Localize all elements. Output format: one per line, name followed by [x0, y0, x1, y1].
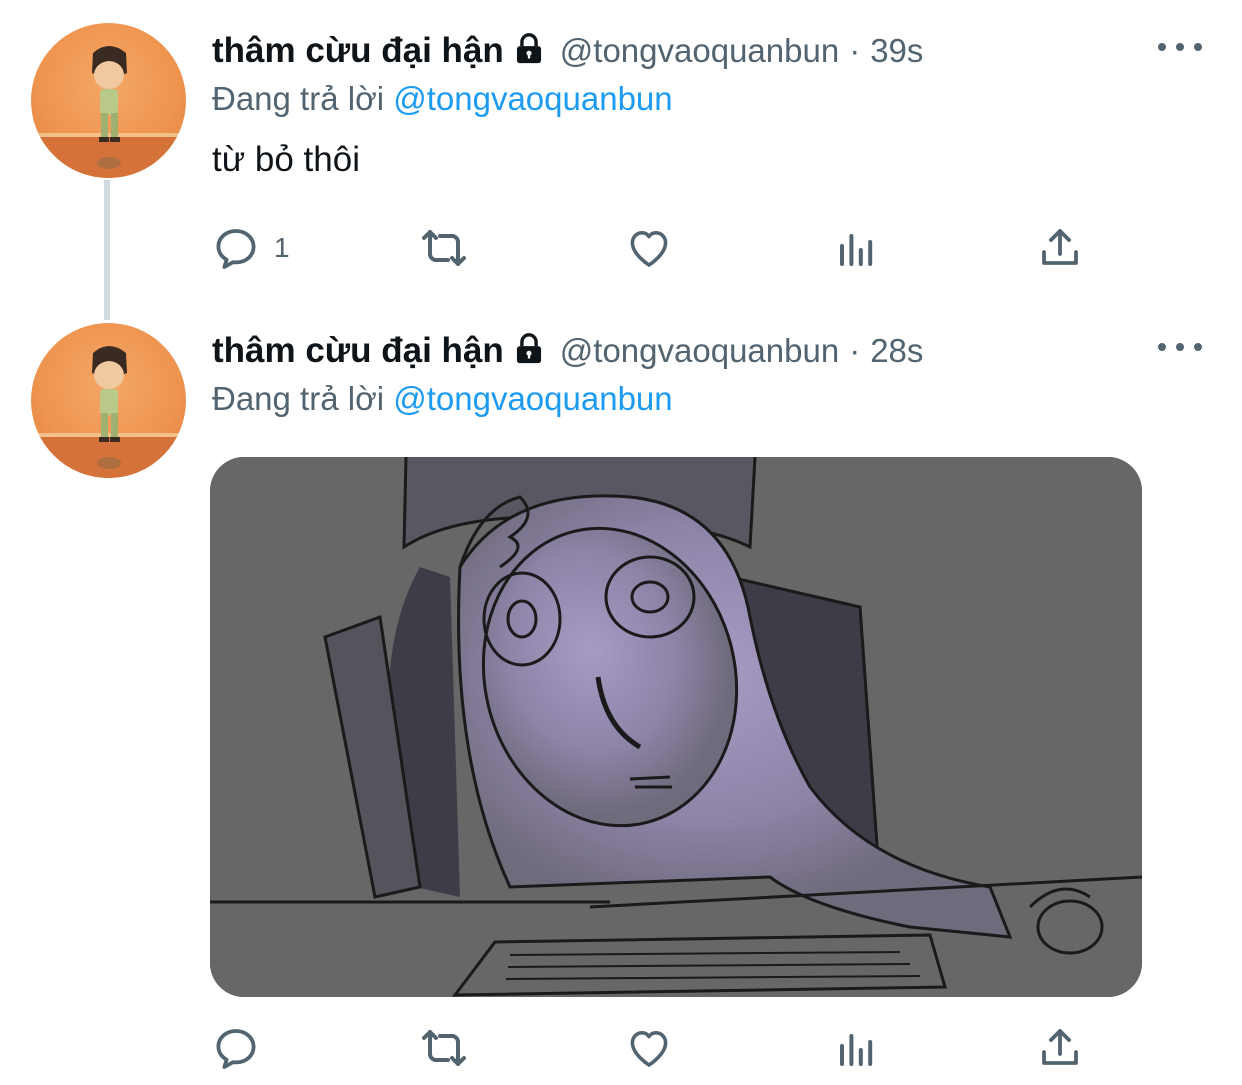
retweet-button[interactable] [416, 218, 472, 278]
display-name[interactable]: thâm cừu đại hận [212, 31, 504, 71]
separator: · [849, 32, 861, 69]
reply-count: 1 [274, 232, 290, 263]
share-icon [1042, 229, 1078, 265]
heart-icon [630, 231, 668, 267]
retweet-button[interactable] [416, 1018, 472, 1078]
tweet-1[interactable]: thâm cừu đại hận @tongvaoquanbun · 39s Đ… [0, 0, 1242, 320]
analytics-icon [840, 234, 873, 266]
reply-button[interactable]: 1 [212, 218, 290, 278]
tweet-header: thâm cừu đại hận @tongvaoquanbun · 28s [212, 328, 923, 374]
handle[interactable]: @tongvaoquanbun [560, 32, 839, 70]
display-name[interactable]: thâm cừu đại hận [212, 331, 504, 371]
replying-prefix: Đang trả lời [212, 80, 385, 117]
heart-icon [630, 1031, 668, 1067]
reply-button[interactable] [212, 1018, 260, 1078]
tweet-actions: 1 [212, 218, 1112, 278]
like-button[interactable] [624, 218, 674, 278]
lock-icon [512, 32, 546, 71]
replying-prefix: Đang trả lời [212, 380, 385, 417]
replying-to: Đang trả lời @tongvaoquanbun [212, 80, 673, 118]
reply-icon [216, 1029, 256, 1069]
like-button[interactable] [624, 1018, 674, 1078]
more-icon[interactable] [1158, 333, 1202, 361]
tweet-header: thâm cừu đại hận @tongvaoquanbun · 39s [212, 28, 923, 74]
retweet-icon [422, 230, 466, 266]
analytics-button[interactable] [832, 1018, 880, 1078]
analytics-button[interactable] [832, 218, 880, 278]
tweet-2[interactable]: thâm cừu đại hận @tongvaoquanbun · 28s Đ… [0, 300, 1242, 1085]
replying-mention[interactable]: @tongvaoquanbun [393, 80, 672, 117]
tweet-media-image[interactable] [210, 457, 1142, 997]
reply-icon [216, 229, 256, 269]
replying-to: Đang trả lời @tongvaoquanbun [212, 380, 673, 418]
avatar-figure-icon [31, 346, 186, 478]
handle[interactable]: @tongvaoquanbun [560, 332, 839, 370]
thread-line [104, 180, 110, 320]
avatar[interactable] [31, 23, 186, 178]
retweet-icon [422, 1030, 466, 1066]
avatar-figure-icon [31, 46, 186, 178]
avatar[interactable] [31, 323, 186, 478]
analytics-icon [840, 1034, 873, 1066]
replying-mention[interactable]: @tongvaoquanbun [393, 380, 672, 417]
more-icon[interactable] [1158, 33, 1202, 61]
timestamp[interactable]: 28s [870, 332, 923, 370]
cartoon-image [210, 457, 1142, 997]
separator: · [849, 332, 861, 369]
share-button[interactable] [1036, 1018, 1084, 1078]
timestamp[interactable]: 39s [870, 32, 923, 70]
share-icon [1042, 1029, 1078, 1065]
lock-icon [512, 332, 546, 371]
tweet-text: từ bỏ thôi [212, 140, 360, 179]
tweet-actions [212, 1018, 1112, 1078]
share-button[interactable] [1036, 218, 1084, 278]
